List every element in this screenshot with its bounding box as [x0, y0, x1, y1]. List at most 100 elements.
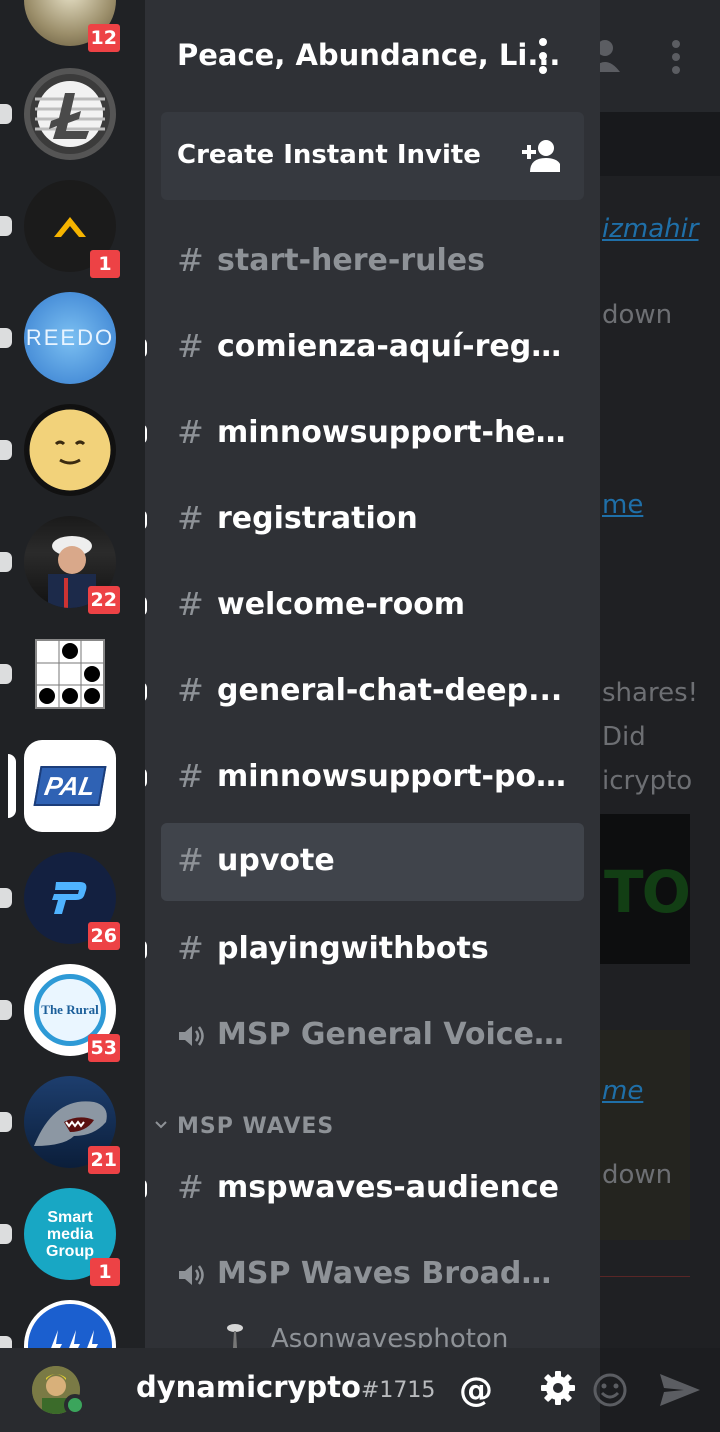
channel-minnowsupport-help[interactable]: # minnowsupport-help [145, 395, 584, 473]
channel-start-here-rules[interactable]: # start-here-rules [161, 223, 584, 301]
server-icon[interactable] [0, 68, 116, 160]
text-channel-icon: # [177, 671, 204, 709]
channel-minnowsupport-po[interactable]: # minnowsupport-po... [145, 739, 584, 817]
mention-badge: 1 [90, 1258, 120, 1286]
voice-channel-msp-waves-broadcast[interactable]: MSP Waves Broadcast [161, 1236, 584, 1314]
unread-indicator [0, 328, 12, 348]
channel-mspwaves-audience[interactable]: # mspwaves-audience [145, 1150, 584, 1228]
server-rail: 12 1 REEDO 22 PAL 26 The Rural 53 21 Sma… [0, 0, 145, 1348]
guild-menu-icon[interactable] [531, 38, 555, 74]
text-channel-icon: # [177, 241, 204, 279]
channel-registration[interactable]: # registration [145, 481, 584, 559]
channel-name: general-chat-deep... [217, 673, 563, 708]
channel-welcome-room[interactable]: # welcome-room [145, 567, 584, 645]
chat-image-attachment: TO [600, 814, 690, 964]
litecoin-logo-icon [24, 68, 116, 160]
chat-line: Did [602, 722, 646, 752]
chat-line: izmahir [602, 214, 699, 244]
voice-channel-msp-general[interactable]: MSP General Voice-P... [161, 997, 584, 1075]
mention-badge: 12 [87, 24, 120, 52]
server-avatar [24, 404, 116, 496]
create-instant-invite-button[interactable]: Create Instant Invite [161, 112, 584, 200]
online-status-indicator [64, 1394, 86, 1416]
mention-badge: 21 [87, 1146, 120, 1174]
channel-name: start-here-rules [217, 243, 485, 278]
channel-comienza-aqui-reglas[interactable]: # comienza-aquí-regl... [145, 309, 584, 387]
participant-name: Asonwavesphoton [271, 1324, 509, 1348]
text-channel-icon: # [177, 929, 204, 967]
server-logo-text: PAL [42, 770, 98, 801]
chat-header [600, 0, 720, 112]
user-panel: dynamicrypto#1715 @ [0, 1348, 720, 1432]
unread-indicator [0, 1112, 12, 1132]
chat-embed: me down [600, 1030, 690, 1240]
chat-area-peek: izmahir down me shares! Did icrypto TO m… [600, 0, 720, 1348]
username[interactable]: dynamicrypto#1715 [136, 1370, 435, 1404]
server-logo-text: Smart media Group [46, 1208, 94, 1260]
settings-gear-icon[interactable] [540, 1370, 576, 1406]
server-icon[interactable]: 21 [0, 1076, 120, 1174]
text-channel-icon: # [177, 585, 204, 623]
active-server-indicator [8, 754, 16, 818]
channel-sidebar: Peace, Abundance, Li... Create Instant I… [145, 0, 600, 1348]
guild-header[interactable]: Peace, Abundance, Li... [145, 0, 600, 110]
text-channel-icon: # [177, 841, 204, 879]
chat-line: shares! [602, 678, 699, 708]
unread-indicator [0, 888, 12, 908]
server-icon[interactable]: PAL [8, 740, 116, 832]
chat-link: izmahir [602, 214, 699, 244]
channel-name: MSP General Voice-P... [217, 1017, 567, 1052]
server-icon[interactable] [0, 628, 116, 720]
server-icon[interactable]: Smart media Group 1 [0, 1188, 120, 1286]
channel-general-chat[interactable]: # general-chat-deep... [145, 653, 584, 731]
channel-name: minnowsupport-help [217, 415, 567, 450]
channel-name: welcome-room [217, 587, 466, 622]
chat-line: me [602, 490, 643, 520]
server-icon[interactable]: 1 [0, 180, 120, 278]
mention-badge: 53 [87, 1034, 120, 1062]
channel-name: minnowsupport-po... [217, 759, 567, 794]
speaker-icon [179, 1026, 204, 1046]
unread-indicator [145, 338, 147, 358]
new-messages-divider [600, 1276, 690, 1277]
guild-name: Peace, Abundance, Li... [177, 38, 561, 72]
mention-badge: 1 [90, 250, 120, 278]
category-label: MSP WAVES [177, 1114, 335, 1139]
unread-indicator [0, 1224, 12, 1244]
unread-indicator [0, 1336, 12, 1348]
unread-indicator [0, 552, 12, 572]
text-channel-icon: # [177, 1168, 204, 1206]
chat-image-text: TO [604, 858, 690, 926]
channel-name: MSP Waves Broadcast [217, 1256, 567, 1291]
unread-indicator [0, 216, 12, 236]
mentions-button[interactable]: @ [454, 1368, 498, 1412]
channel-name: playingwithbots [217, 931, 489, 966]
server-icon[interactable]: 12 [24, 0, 120, 52]
channel-upvote[interactable]: # upvote [161, 823, 584, 901]
server-icon[interactable]: 22 [0, 516, 120, 614]
members-icon [600, 40, 620, 72]
server-icon[interactable] [0, 1300, 116, 1348]
chat-line: down [602, 300, 673, 330]
chevron-down-icon [155, 1121, 167, 1129]
unread-indicator [145, 424, 147, 444]
unread-indicator [145, 682, 147, 702]
text-channel-icon: # [177, 413, 204, 451]
glider-logo-icon [24, 628, 116, 720]
server-icon[interactable]: 26 [0, 852, 120, 950]
invite-label: Create Instant Invite [177, 140, 481, 170]
mention-badge: 26 [87, 922, 120, 950]
server-logo-text: REEDO [25, 325, 115, 350]
participant-avatar [227, 1324, 243, 1348]
server-icon[interactable] [0, 404, 116, 496]
server-icon[interactable]: REEDO [0, 292, 116, 384]
pal-logo: PAL [24, 740, 116, 832]
username-text: dynamicrypto [136, 1370, 361, 1404]
unread-indicator [0, 1000, 12, 1020]
speaker-icon [179, 1265, 204, 1285]
channel-name: upvote [217, 843, 335, 878]
server-icon[interactable]: The Rural 53 [0, 964, 120, 1062]
server-logo-text: The Rural [41, 1002, 99, 1017]
channel-playingwithbots[interactable]: # playingwithbots [145, 911, 584, 989]
unread-indicator [0, 440, 12, 460]
